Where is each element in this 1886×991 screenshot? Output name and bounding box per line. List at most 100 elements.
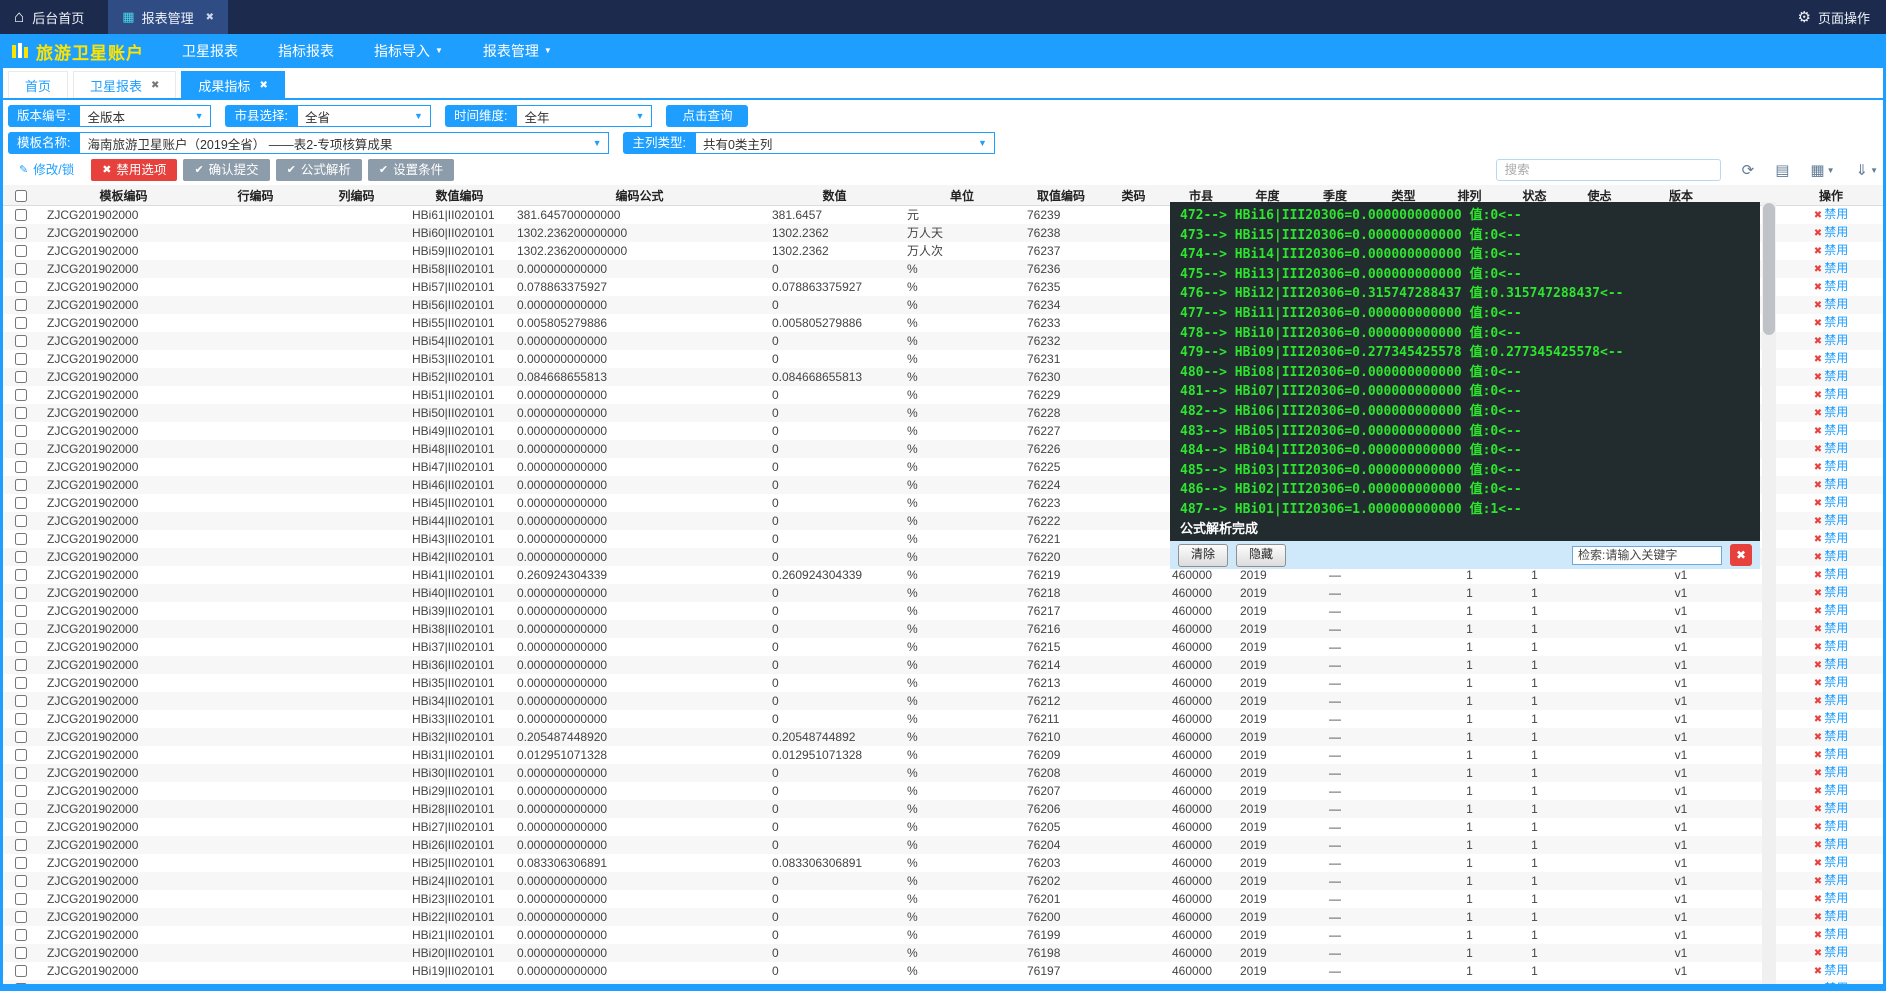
row-checkbox[interactable] bbox=[15, 299, 27, 311]
disable-link[interactable]: 禁用 bbox=[1824, 963, 1848, 977]
row-checkbox[interactable] bbox=[15, 677, 27, 689]
row-checkbox[interactable] bbox=[15, 461, 27, 473]
backend-home-link[interactable]: 后台首页 bbox=[32, 8, 84, 27]
disable-link[interactable]: 禁用 bbox=[1824, 387, 1848, 401]
disable-link[interactable]: 禁用 bbox=[1824, 261, 1848, 275]
disable-link[interactable]: 禁用 bbox=[1824, 927, 1848, 941]
disable-link[interactable]: 禁用 bbox=[1824, 603, 1848, 617]
disable-link[interactable]: 禁用 bbox=[1824, 693, 1848, 707]
tab-home[interactable]: 首页 bbox=[8, 71, 68, 98]
row-checkbox[interactable] bbox=[15, 929, 27, 941]
row-checkbox[interactable] bbox=[15, 533, 27, 545]
nav-item-indicator-report[interactable]: 指标报表 bbox=[258, 34, 354, 68]
disable-link[interactable]: 禁用 bbox=[1824, 945, 1848, 959]
region-select[interactable]: 全省 ▼ bbox=[297, 105, 431, 127]
row-checkbox[interactable] bbox=[15, 263, 27, 275]
row-checkbox[interactable] bbox=[15, 497, 27, 509]
tab-close-icon[interactable]: ✖ bbox=[151, 80, 159, 91]
modify-lock-button[interactable]: ✎ 修改/锁 bbox=[8, 159, 85, 181]
row-checkbox[interactable] bbox=[15, 911, 27, 923]
disable-link[interactable]: 禁用 bbox=[1824, 513, 1848, 527]
row-checkbox[interactable] bbox=[15, 551, 27, 563]
tab-satellite-report[interactable]: 卫星报表 ✖ bbox=[73, 71, 176, 98]
disable-link[interactable]: 禁用 bbox=[1824, 729, 1848, 743]
template-select[interactable]: 海南旅游卫星账户（2019全省） ——表2-专项核算成果 ▼ bbox=[79, 132, 609, 154]
table-search-input[interactable] bbox=[1496, 159, 1721, 181]
disable-link[interactable]: 禁用 bbox=[1824, 297, 1848, 311]
confirm-submit-button[interactable]: ✔ 确认提交 bbox=[183, 159, 269, 181]
console-search-input[interactable] bbox=[1572, 546, 1722, 565]
row-checkbox[interactable] bbox=[15, 803, 27, 815]
disable-link[interactable]: 禁用 bbox=[1824, 783, 1848, 797]
disable-link[interactable]: 禁用 bbox=[1824, 315, 1848, 329]
disable-link[interactable]: 禁用 bbox=[1824, 495, 1848, 509]
disable-link[interactable]: 禁用 bbox=[1824, 351, 1848, 365]
row-checkbox[interactable] bbox=[15, 821, 27, 833]
topbar-tab-report-management[interactable]: ▦ 报表管理 ✖ bbox=[108, 0, 228, 34]
select-all-checkbox[interactable] bbox=[15, 190, 27, 202]
disable-link[interactable]: 禁用 bbox=[1824, 243, 1848, 257]
export-icon[interactable]: ⇓ ▼ bbox=[1856, 161, 1879, 179]
topbar-tab-close-icon[interactable]: ✖ bbox=[206, 12, 214, 23]
tab-result-indicator[interactable]: 成果指标 ✖ bbox=[181, 71, 284, 98]
disable-link[interactable]: 禁用 bbox=[1824, 207, 1848, 221]
disable-link[interactable]: 禁用 bbox=[1824, 891, 1848, 905]
row-checkbox[interactable] bbox=[15, 281, 27, 293]
row-checkbox[interactable] bbox=[15, 479, 27, 491]
query-button[interactable]: 点击查询 bbox=[666, 105, 748, 127]
row-checkbox[interactable] bbox=[15, 227, 27, 239]
disable-link[interactable]: 禁用 bbox=[1824, 837, 1848, 851]
page-actions-button[interactable]: ⚙ 页面操作 bbox=[1798, 8, 1886, 27]
disable-link[interactable]: 禁用 bbox=[1824, 567, 1848, 581]
disable-link[interactable]: 禁用 bbox=[1824, 711, 1848, 725]
grid-columns-icon[interactable]: ▦ ▼ bbox=[1810, 161, 1834, 179]
row-checkbox[interactable] bbox=[15, 875, 27, 887]
disable-link[interactable]: 禁用 bbox=[1824, 747, 1848, 761]
row-checkbox[interactable] bbox=[15, 443, 27, 455]
list-view-icon[interactable]: ▤ bbox=[1775, 161, 1789, 179]
disable-link[interactable]: 禁用 bbox=[1824, 621, 1848, 635]
row-checkbox[interactable] bbox=[15, 425, 27, 437]
table-scrollbar[interactable] bbox=[1762, 202, 1776, 984]
main-column-type-select[interactable]: 共有0类主列 ▼ bbox=[695, 132, 995, 154]
nav-item-indicator-import[interactable]: 指标导入 ▼ bbox=[354, 34, 463, 68]
set-conditions-button[interactable]: ✔ 设置条件 bbox=[368, 159, 454, 181]
clear-button[interactable]: 清除 bbox=[1178, 544, 1228, 567]
row-checkbox[interactable] bbox=[15, 767, 27, 779]
refresh-icon[interactable]: ⟳ bbox=[1742, 161, 1755, 179]
disable-link[interactable]: 禁用 bbox=[1824, 459, 1848, 473]
disable-link[interactable]: 禁用 bbox=[1824, 441, 1848, 455]
row-checkbox[interactable] bbox=[15, 515, 27, 527]
disable-link[interactable]: 禁用 bbox=[1824, 909, 1848, 923]
disable-link[interactable]: 禁用 bbox=[1824, 531, 1848, 545]
row-checkbox[interactable] bbox=[15, 587, 27, 599]
home-icon[interactable]: ⌂ bbox=[14, 7, 24, 27]
row-checkbox[interactable] bbox=[15, 317, 27, 329]
row-checkbox[interactable] bbox=[15, 965, 27, 977]
disable-link[interactable]: 禁用 bbox=[1824, 279, 1848, 293]
hide-button[interactable]: 隐藏 bbox=[1236, 544, 1286, 567]
disable-link[interactable]: 禁用 bbox=[1824, 819, 1848, 833]
disable-link[interactable]: 禁用 bbox=[1824, 801, 1848, 815]
disable-link[interactable]: 禁用 bbox=[1824, 369, 1848, 383]
disable-link[interactable]: 禁用 bbox=[1824, 855, 1848, 869]
disable-link[interactable]: 禁用 bbox=[1824, 405, 1848, 419]
row-checkbox[interactable] bbox=[15, 893, 27, 905]
tab-close-icon[interactable]: ✖ bbox=[259, 80, 267, 91]
nav-item-satellite-report[interactable]: 卫星报表 bbox=[162, 34, 258, 68]
disable-link[interactable]: 禁用 bbox=[1824, 675, 1848, 689]
disable-link[interactable]: 禁用 bbox=[1824, 549, 1848, 563]
disable-link[interactable]: 禁用 bbox=[1824, 765, 1848, 779]
disable-link[interactable]: 禁用 bbox=[1824, 657, 1848, 671]
row-checkbox[interactable] bbox=[15, 731, 27, 743]
disable-link[interactable]: 禁用 bbox=[1824, 225, 1848, 239]
row-checkbox[interactable] bbox=[15, 371, 27, 383]
scrollbar-thumb[interactable] bbox=[1763, 203, 1775, 335]
disable-link[interactable]: 禁用 bbox=[1824, 333, 1848, 347]
row-checkbox[interactable] bbox=[15, 857, 27, 869]
formula-parse-button[interactable]: ✔ 公式解析 bbox=[276, 159, 362, 181]
row-checkbox[interactable] bbox=[15, 389, 27, 401]
row-checkbox[interactable] bbox=[15, 245, 27, 257]
disable-options-button[interactable]: ✖ 禁用选项 bbox=[91, 159, 177, 181]
version-select[interactable]: 全版本 ▼ bbox=[79, 105, 211, 127]
